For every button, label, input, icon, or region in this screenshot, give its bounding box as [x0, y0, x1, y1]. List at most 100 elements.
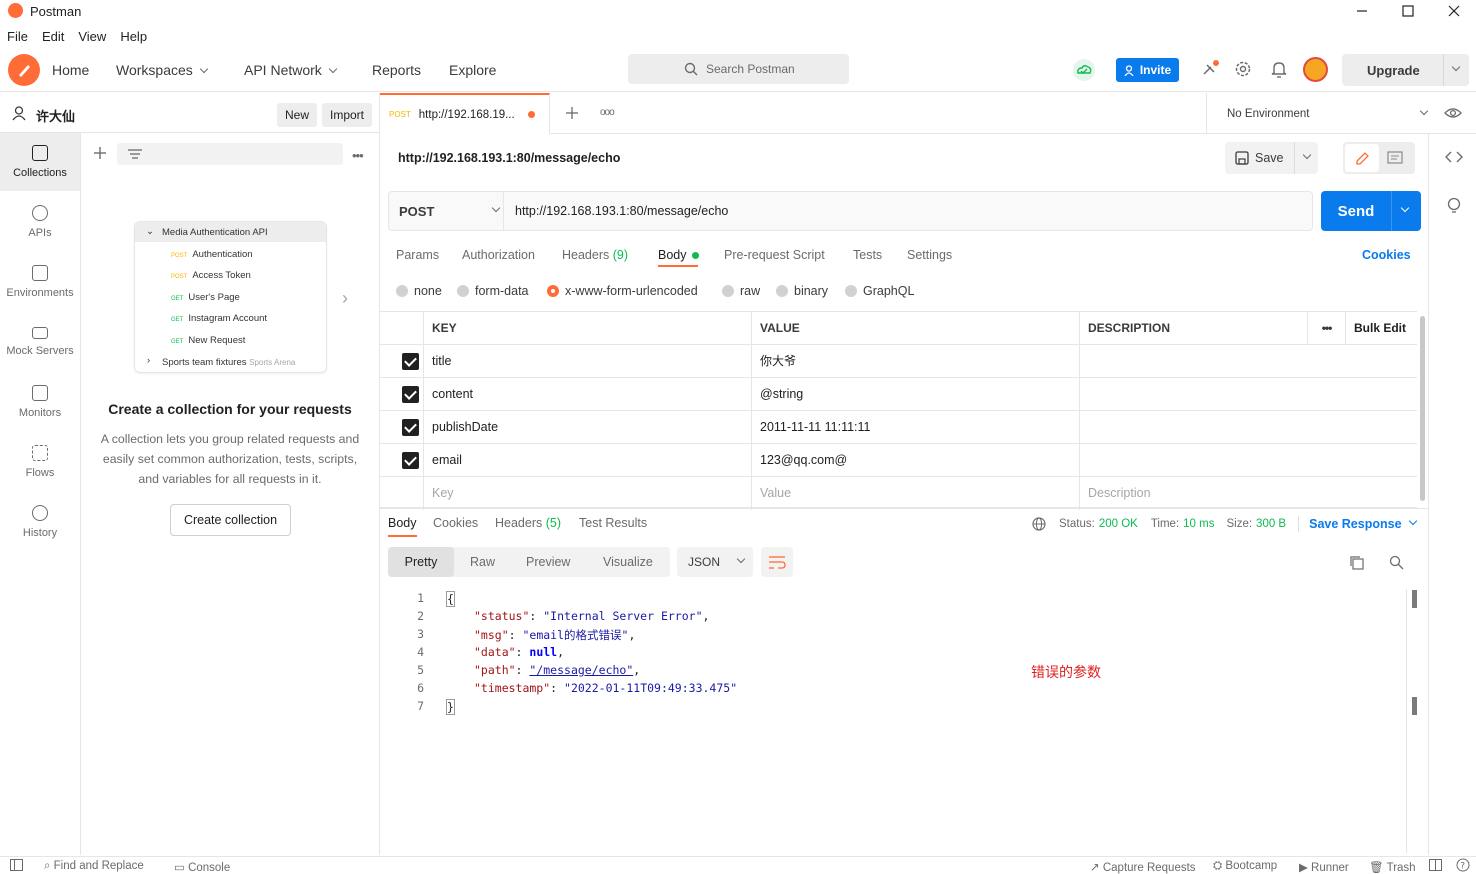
- menu-edit[interactable]: Edit: [42, 29, 64, 44]
- scrollbar[interactable]: [1420, 316, 1425, 501]
- search-input[interactable]: Search Postman: [628, 54, 849, 84]
- new-button[interactable]: New: [277, 103, 318, 127]
- sidebar-item-apis[interactable]: APIs: [0, 193, 80, 251]
- sidebar-item-history[interactable]: History: [0, 493, 80, 551]
- bootcamp-button[interactable]: ⛭ Bootcamp: [1213, 860, 1277, 873]
- radio-x-www-form-urlencoded[interactable]: x-www-form-urlencoded: [547, 284, 698, 298]
- find-replace-button[interactable]: ⌕ Find and Replace: [44, 860, 144, 873]
- table-cell-description[interactable]: [1080, 444, 1417, 477]
- avatar[interactable]: [1303, 57, 1328, 82]
- lightbulb-icon[interactable]: [1446, 197, 1462, 215]
- runner-button[interactable]: ▶ Runner: [1299, 860, 1349, 874]
- description-input[interactable]: Description: [1080, 477, 1417, 510]
- tab-settings[interactable]: Settings: [907, 248, 952, 262]
- sidebar-item-environments[interactable]: Environments: [0, 253, 80, 311]
- sidebar-item-collections[interactable]: Collections: [0, 133, 80, 191]
- maximize-icon[interactable]: [1398, 2, 1418, 20]
- sidebar-item-flows[interactable]: Flows: [0, 433, 80, 491]
- help-icon[interactable]: ?: [1456, 858, 1470, 872]
- capture-requests-button[interactable]: ↗ Capture Requests: [1090, 860, 1196, 874]
- menu-file[interactable]: File: [7, 29, 28, 44]
- tab-authorization[interactable]: Authorization: [462, 248, 535, 262]
- environment-quick-look-eye-icon[interactable]: [1444, 106, 1462, 120]
- chevron-down-icon[interactable]: [1302, 150, 1312, 160]
- settings-gear-icon[interactable]: [1233, 59, 1253, 79]
- globe-icon[interactable]: [1032, 517, 1046, 531]
- save-button[interactable]: Save: [1225, 142, 1318, 174]
- key-input[interactable]: Key: [424, 477, 752, 510]
- radio-graphql[interactable]: GraphQL: [845, 284, 914, 298]
- table-cell-description[interactable]: [1080, 378, 1417, 411]
- comments-icon[interactable]: [1387, 151, 1403, 165]
- chevron-down-icon[interactable]: [1451, 62, 1461, 72]
- code-icon[interactable]: [1445, 150, 1463, 164]
- tab-tests[interactable]: Tests: [853, 248, 882, 262]
- format-pretty[interactable]: Pretty: [388, 547, 454, 577]
- row-checkbox[interactable]: [402, 386, 419, 403]
- row-checkbox[interactable]: [402, 419, 419, 436]
- upgrade-button[interactable]: Upgrade: [1342, 54, 1469, 86]
- radio-form-data[interactable]: form-data: [457, 284, 529, 298]
- json-value-link[interactable]: "/message/echo": [529, 663, 633, 677]
- mode-toggle[interactable]: [1343, 142, 1415, 174]
- postman-logo-icon[interactable]: [8, 54, 40, 86]
- send-button[interactable]: Send: [1321, 191, 1421, 231]
- time-value[interactable]: 10 ms: [1183, 518, 1214, 530]
- copy-icon[interactable]: [1349, 555, 1365, 571]
- toggle-sidebar-icon[interactable]: [10, 859, 23, 871]
- scrollbar-marker[interactable]: [1412, 590, 1417, 608]
- value-input[interactable]: Value: [752, 477, 1080, 510]
- new-tab-plus-icon[interactable]: [565, 106, 579, 120]
- satellite-icon[interactable]: [1199, 58, 1221, 80]
- more-tabs-icon[interactable]: ooo: [600, 107, 615, 118]
- response-body-code[interactable]: 1 2 3 4 5 6 7 { "status": "Internal Serv…: [400, 589, 1410, 853]
- tab-params[interactable]: Params: [396, 248, 439, 262]
- nav-home[interactable]: Home: [52, 62, 89, 78]
- resp-tab-test-results[interactable]: Test Results: [579, 516, 647, 530]
- bulk-edit-button[interactable]: Bulk Edit: [1346, 312, 1417, 345]
- tab-body[interactable]: Body: [658, 248, 699, 262]
- table-cell-key[interactable]: email: [424, 444, 752, 477]
- table-cell-value[interactable]: 你大爷: [752, 345, 1080, 378]
- request-title[interactable]: http://192.168.193.1:80/message/echo: [398, 151, 620, 165]
- notifications-bell-icon[interactable]: [1270, 59, 1288, 79]
- tab-active-request[interactable]: POST http://192.168.19...: [380, 93, 550, 134]
- add-icon[interactable]: [93, 146, 107, 160]
- language-select[interactable]: JSON: [677, 547, 753, 577]
- resp-tab-headers[interactable]: Headers (5): [495, 516, 561, 530]
- nav-explore[interactable]: Explore: [449, 62, 496, 78]
- radio-raw[interactable]: raw: [722, 284, 760, 298]
- status-badge[interactable]: 200 OK: [1099, 518, 1138, 530]
- method-select[interactable]: POST: [389, 192, 504, 230]
- invite-button[interactable]: Invite: [1116, 58, 1179, 82]
- import-button[interactable]: Import: [322, 103, 373, 127]
- sync-cloud-icon[interactable]: [1071, 58, 1097, 82]
- nav-api-network[interactable]: API Network: [244, 62, 338, 78]
- sidebar-item-monitors[interactable]: Monitors: [0, 373, 80, 431]
- close-icon[interactable]: [1444, 2, 1464, 20]
- menu-view[interactable]: View: [78, 29, 106, 44]
- resp-tab-body[interactable]: Body: [388, 516, 417, 530]
- radio-none[interactable]: none: [396, 284, 442, 298]
- edit-pencil-icon[interactable]: [1345, 144, 1379, 172]
- nav-workspaces[interactable]: Workspaces: [116, 62, 209, 78]
- search-icon[interactable]: [1389, 555, 1404, 570]
- table-cell-key[interactable]: title: [424, 345, 752, 378]
- cookies-link[interactable]: Cookies: [1362, 248, 1411, 262]
- table-cell-value[interactable]: 123@qq.com@: [752, 444, 1080, 477]
- more-options-icon[interactable]: •••: [1308, 312, 1346, 345]
- tab-headers[interactable]: Headers (9): [562, 248, 628, 262]
- format-visualize[interactable]: Visualize: [603, 555, 653, 569]
- table-cell-description[interactable]: [1080, 411, 1417, 444]
- row-checkbox[interactable]: [402, 353, 419, 370]
- table-cell-description[interactable]: [1080, 345, 1417, 378]
- table-cell-value[interactable]: @string: [752, 378, 1080, 411]
- size-value[interactable]: 300 B: [1256, 518, 1286, 530]
- environment-select[interactable]: No Environment: [1206, 93, 1429, 134]
- minimize-icon[interactable]: [1352, 2, 1372, 20]
- row-checkbox[interactable]: [402, 452, 419, 469]
- chevron-down-icon[interactable]: [1400, 203, 1410, 213]
- url-input[interactable]: http://192.168.193.1:80/message/echo: [515, 204, 728, 218]
- save-response-button[interactable]: Save Response: [1309, 517, 1401, 531]
- workspace-name[interactable]: 许大仙: [36, 106, 75, 125]
